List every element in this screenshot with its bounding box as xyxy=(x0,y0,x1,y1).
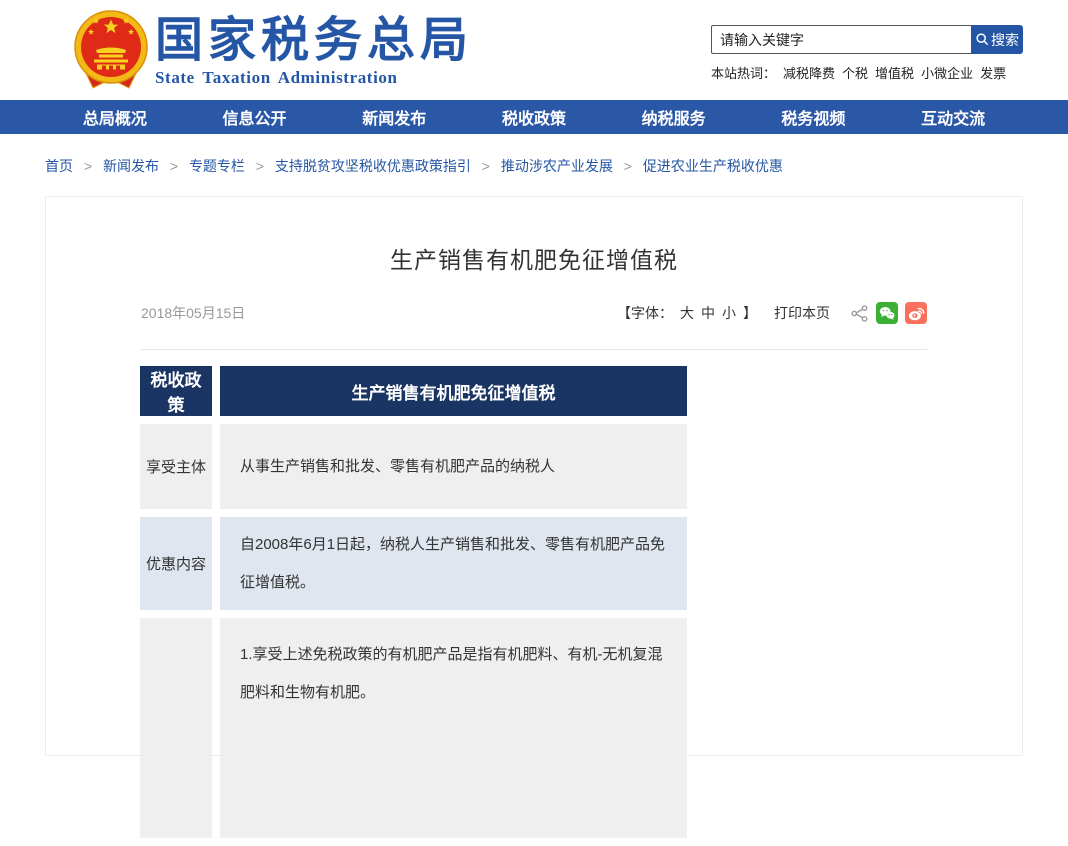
row-label: 优惠内容 xyxy=(140,517,212,610)
table-header-category: 税收政策 xyxy=(140,366,212,416)
breadcrumb-separator: > xyxy=(170,158,178,174)
font-size-large-button[interactable]: 大 xyxy=(680,303,694,323)
table-header-title: 生产销售有机肥免征增值税 xyxy=(220,366,687,416)
breadcrumb-separator: > xyxy=(256,158,264,174)
row-content: 自2008年6月1日起，纳税人生产销售和批发、零售有机肥产品免征增值税。 xyxy=(220,517,687,610)
breadcrumb-separator: > xyxy=(84,158,92,174)
site-title: 国家税务总局 xyxy=(155,16,473,66)
row-content: 从事生产销售和批发、零售有机肥产品的纳税人 xyxy=(220,424,687,509)
article-tools: 【字体： 大 中 小 】 打印本页 xyxy=(617,302,927,324)
article-card: 生产销售有机肥免征增值税 2018年05月15日 【字体： 大 中 小 】 打印… xyxy=(45,196,1023,756)
breadcrumb-link-home[interactable]: 首页 xyxy=(45,158,73,174)
nav-item-interaction[interactable]: 互动交流 xyxy=(921,105,985,129)
nav-item-tax-video[interactable]: 税务视频 xyxy=(781,105,845,129)
nav-item-news[interactable]: 新闻发布 xyxy=(362,105,426,129)
hot-word-link[interactable]: 增值税 xyxy=(875,66,914,81)
font-size-label-open: 【字体： xyxy=(617,303,673,323)
wechat-share-icon[interactable] xyxy=(876,302,898,324)
header-inner: 国家税务总局 State Taxation Administration xyxy=(45,0,1023,100)
page: 国家税务总局 State Taxation Administration xyxy=(0,0,1068,756)
breadcrumb-link-agriculture-tax-benefit[interactable]: 促进农业生产税收优惠 xyxy=(643,158,783,174)
breadcrumb-link-special-columns[interactable]: 专题专栏 xyxy=(189,158,245,174)
font-size-medium-button[interactable]: 中 xyxy=(701,303,715,323)
table-row-benefit-content: 优惠内容 自2008年6月1日起，纳税人生产销售和批发、零售有机肥产品免征增值税… xyxy=(140,517,687,610)
share-icon[interactable] xyxy=(849,302,869,324)
table-row-conditions: 1.享受上述免税政策的有机肥产品是指有机肥料、有机-无机复混肥料和生物有机肥。 xyxy=(140,618,687,838)
search-button[interactable]: 搜索 xyxy=(971,25,1023,54)
hot-word-link[interactable]: 发票 xyxy=(980,66,1006,81)
breadcrumb-link-poverty-tax-guide[interactable]: 支持脱贫攻坚税收优惠政策指引 xyxy=(275,158,471,174)
row-label: 享受主体 xyxy=(140,424,212,509)
nav-inner: 总局概况 信息公开 新闻发布 税收政策 纳税服务 税务视频 互动交流 xyxy=(45,100,1023,134)
main-nav: 总局概况 信息公开 新闻发布 税收政策 纳税服务 税务视频 互动交流 xyxy=(0,100,1068,134)
hot-word-link[interactable]: 个税 xyxy=(842,66,868,81)
brand-text: 国家税务总局 State Taxation Administration xyxy=(155,16,473,87)
breadcrumb-separator: > xyxy=(624,158,632,174)
hot-words-label: 本站热词： xyxy=(711,66,776,81)
nav-item-info-disclosure[interactable]: 信息公开 xyxy=(223,105,287,129)
breadcrumb-link-rural-industry[interactable]: 推动涉农产业发展 xyxy=(501,158,613,174)
national-emblem-icon xyxy=(73,7,149,97)
search-row: 搜索 xyxy=(711,25,1023,54)
breadcrumb-separator: > xyxy=(482,158,490,174)
nav-item-tax-policy[interactable]: 税收政策 xyxy=(502,105,566,129)
policy-table-header-row: 税收政策 生产销售有机肥免征增值税 xyxy=(140,366,687,416)
print-page-button[interactable]: 打印本页 xyxy=(774,303,830,323)
nav-item-taxpayer-services[interactable]: 纳税服务 xyxy=(642,105,706,129)
breadcrumb-link-news[interactable]: 新闻发布 xyxy=(103,158,159,174)
hot-words: 本站热词： 减税降费个税增值税小微企业发票 xyxy=(711,63,1023,82)
nav-item-overview[interactable]: 总局概况 xyxy=(83,105,147,129)
publish-date: 2018年05月15日 xyxy=(141,303,245,323)
search-area: 搜索 本站热词： 减税降费个税增值税小微企业发票 xyxy=(711,25,1023,82)
table-row-beneficiary: 享受主体 从事生产销售和批发、零售有机肥产品的纳税人 xyxy=(140,424,687,509)
site-header: 国家税务总局 State Taxation Administration xyxy=(0,0,1068,100)
hot-word-link[interactable]: 减税降费 xyxy=(783,66,835,81)
font-size-small-button[interactable]: 小 xyxy=(722,303,736,323)
brand-home-link[interactable]: 国家税务总局 State Taxation Administration xyxy=(73,7,473,97)
meta-divider xyxy=(141,349,927,350)
weibo-share-icon[interactable] xyxy=(905,302,927,324)
row-content: 1.享受上述免税政策的有机肥产品是指有机肥料、有机-无机复混肥料和生物有机肥。 xyxy=(220,618,687,838)
hot-word-link[interactable]: 小微企业 xyxy=(921,66,973,81)
policy-table: 税收政策 生产销售有机肥免征增值税 享受主体 从事生产销售和批发、零售有机肥产品… xyxy=(132,358,695,846)
search-button-label: 搜索 xyxy=(991,30,1019,50)
article-meta-row: 2018年05月15日 【字体： 大 中 小 】 打印本页 xyxy=(141,301,927,325)
search-input[interactable] xyxy=(711,25,971,54)
breadcrumb: 首页 > 新闻发布 > 专题专栏 > 支持脱贫攻坚税收优惠政策指引 > 推动涉农… xyxy=(45,134,1023,196)
search-icon xyxy=(975,32,990,47)
article-title: 生产销售有机肥免征增值税 xyxy=(46,241,1022,275)
row-label xyxy=(140,618,212,838)
site-subtitle: State Taxation Administration xyxy=(155,68,473,88)
font-size-label-close: 】 xyxy=(743,303,757,323)
